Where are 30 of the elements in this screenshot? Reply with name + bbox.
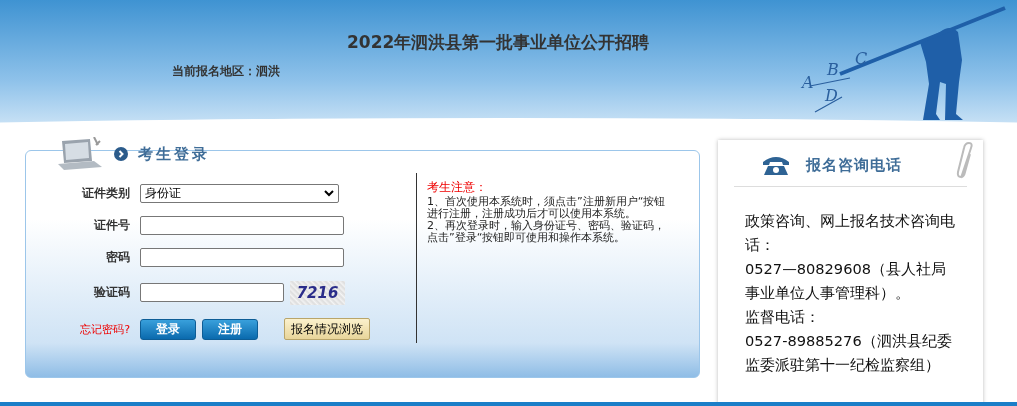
banner-letter: A — [802, 73, 814, 92]
region-label: 当前报名地区：泗洪 — [172, 63, 280, 80]
banner-letter: B — [827, 60, 839, 79]
password-field[interactable] — [140, 248, 344, 268]
captcha-field[interactable] — [140, 283, 284, 303]
register-button[interactable]: 注册 — [202, 318, 258, 340]
id-number-field[interactable] — [140, 216, 344, 236]
login-button[interactable]: 登录 — [140, 318, 196, 340]
contact-title: 报名咨询电话 — [806, 155, 902, 175]
captcha-image: 7216 — [290, 280, 345, 305]
telephone-icon — [762, 154, 790, 176]
panel-title: 考生登录 — [138, 144, 210, 164]
banner-letter: C — [855, 49, 868, 68]
browse-button[interactable]: 报名情况浏览 — [284, 318, 370, 341]
notice-text: 1、首次使用本系统时，须点击”注册新用户“按钮进行注册，注册成功后才可以使用本系统。 — [427, 196, 667, 220]
banner-letter: D — [825, 86, 838, 105]
page-title: 2022年泗洪县第一批事业单位公开招聘 — [347, 31, 650, 54]
forgot-password-link[interactable]: 忘记密码? — [66, 321, 130, 337]
field-label: 证件号 — [93, 217, 130, 235]
notice-text: 2、再次登录时，输入身份证号、密码、验证码，点击”登录“按钮即可使用和操作本系统。 — [427, 220, 666, 244]
contact-text: 监督电话： — [745, 307, 821, 327]
caret-icon — [324, 189, 334, 198]
notice-title: 考生注意： — [427, 179, 488, 196]
field-label: 验证码 — [92, 284, 130, 302]
contact-text: 0527—80829608（县人社局事业单位人事管理科）。 — [745, 259, 947, 303]
id-type-select[interactable]: 身份证 — [140, 183, 339, 203]
field-label: 证件类别 — [81, 184, 130, 202]
contact-text: 0527-89885276（泗洪县纪委监委派驻第十一纪检监察组） — [745, 331, 953, 375]
contact-text: 政策咨询、网上报名技术咨询电话： — [745, 211, 955, 255]
field-label: 密码 — [105, 249, 130, 267]
